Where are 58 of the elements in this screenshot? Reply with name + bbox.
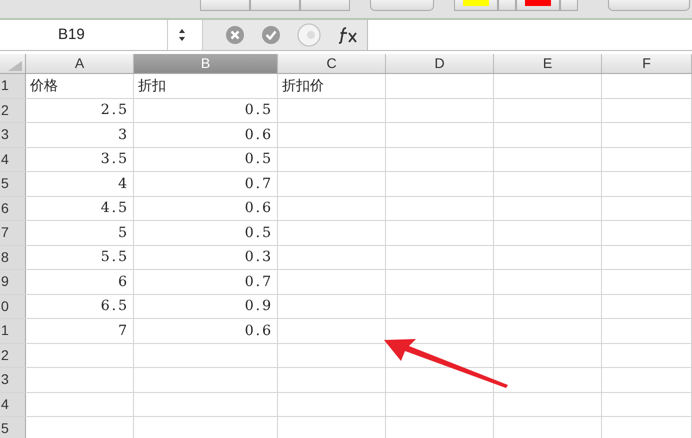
table-cell: 价格 <box>30 76 58 95</box>
toolbar-button[interactable] <box>300 0 350 11</box>
circle-icon[interactable] <box>297 23 321 47</box>
row-header[interactable]: 7 <box>0 221 26 244</box>
table-cell: 0.9 <box>244 298 273 314</box>
fill-color-button[interactable] <box>454 0 498 11</box>
column-header[interactable]: D <box>386 54 494 73</box>
column-header[interactable]: F <box>602 54 692 73</box>
table-cell: 7 <box>118 322 129 339</box>
table-cell: 0.3 <box>244 249 273 266</box>
table-cell: 5 <box>118 224 129 241</box>
function-icon[interactable] <box>337 26 359 44</box>
table-cell: 6 <box>118 274 129 290</box>
font-color-button[interactable] <box>516 0 560 11</box>
row-header[interactable]: 3 <box>0 123 26 146</box>
toolbar-button[interactable] <box>250 0 300 11</box>
row-header[interactable]: 6 <box>0 196 26 220</box>
table-cell: 4 <box>118 176 129 192</box>
table-cell: 6.5 <box>100 298 129 314</box>
check-icon[interactable] <box>261 25 281 45</box>
cancel-icon[interactable] <box>225 25 245 45</box>
toolbar-button[interactable] <box>498 0 516 11</box>
row-header[interactable]: 5 <box>0 417 26 438</box>
row-header[interactable]: 9 <box>0 270 26 294</box>
row-header[interactable]: 4 <box>0 392 26 416</box>
row-header[interactable]: 1 <box>0 74 26 98</box>
table-cell: 0.5 <box>244 151 273 168</box>
row-header[interactable]: 4 <box>0 148 26 171</box>
triangle-icon[interactable] <box>8 61 22 71</box>
toolbar-button[interactable] <box>370 0 434 11</box>
column-header[interactable]: C <box>278 54 386 73</box>
stepper-icon[interactable] <box>178 28 186 42</box>
table-cell: 3 <box>118 126 129 143</box>
row-header[interactable]: 2 <box>0 98 26 122</box>
table-cell: 0.5 <box>244 102 273 118</box>
table-cell: 折扣价 <box>282 76 324 95</box>
row-header[interactable]: 1 <box>0 319 26 342</box>
name-box[interactable]: B19 <box>0 20 168 50</box>
toolbar-button[interactable] <box>608 0 690 11</box>
table-cell: 2.5 <box>100 102 129 118</box>
table-cell: 0.6 <box>244 200 273 216</box>
row-header[interactable]: 2 <box>0 344 26 367</box>
row-header[interactable]: 3 <box>0 368 26 392</box>
toolbar-button[interactable] <box>560 0 578 11</box>
table-cell: 3.5 <box>100 151 129 168</box>
row-header[interactable]: 8 <box>0 246 26 269</box>
table-cell: 5.5 <box>100 249 129 266</box>
table-cell: 折扣 <box>138 76 166 95</box>
row-header[interactable]: 0 <box>0 294 26 318</box>
toolbar-button[interactable] <box>200 0 250 11</box>
table-cell: 0.7 <box>244 274 273 290</box>
table-cell: 0.5 <box>244 224 273 241</box>
table-cell: 0.7 <box>244 176 273 192</box>
row-header[interactable]: 5 <box>0 172 26 196</box>
table-cell: 0.6 <box>244 126 273 143</box>
table-cell: 0.6 <box>244 322 273 339</box>
column-header[interactable]: E <box>494 54 602 73</box>
table-cell: 4.5 <box>100 200 129 216</box>
